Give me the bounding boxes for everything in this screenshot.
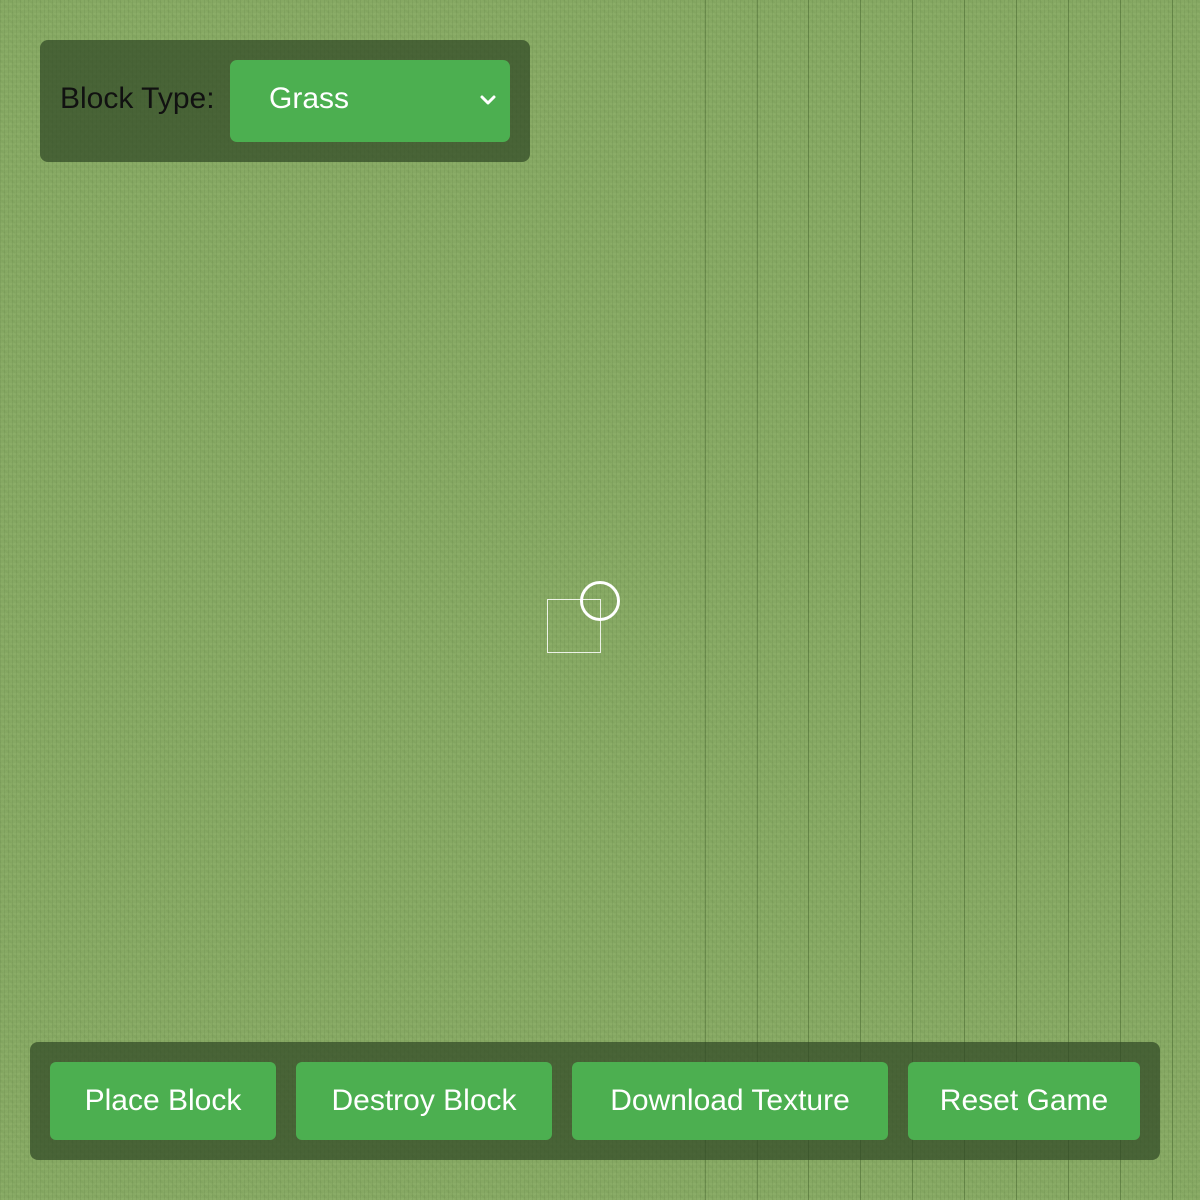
texture-seam	[1068, 0, 1069, 1200]
block-type-label: Block Type:	[60, 82, 215, 115]
action-toolbar: Place Block Destroy Block Download Textu…	[30, 1042, 1160, 1160]
chevron-down-icon	[480, 95, 496, 105]
block-type-panel: Block Type: Grass	[40, 40, 530, 162]
destroy-block-button[interactable]: Destroy Block	[296, 1062, 552, 1140]
texture-seam	[808, 0, 809, 1200]
texture-seam	[912, 0, 913, 1200]
crosshair-icon	[580, 581, 620, 621]
place-block-button[interactable]: Place Block	[50, 1062, 276, 1140]
texture-seam	[860, 0, 861, 1200]
texture-seam	[1172, 0, 1173, 1200]
reset-game-button[interactable]: Reset Game	[908, 1062, 1140, 1140]
texture-seam	[705, 0, 706, 1200]
texture-seam	[1016, 0, 1017, 1200]
block-type-selected-value: Grass	[269, 82, 350, 115]
texture-seam	[1120, 0, 1121, 1200]
texture-seam	[964, 0, 965, 1200]
download-texture-button[interactable]: Download Texture	[572, 1062, 888, 1140]
block-type-select[interactable]: Grass	[230, 60, 510, 142]
texture-seam	[757, 0, 758, 1200]
